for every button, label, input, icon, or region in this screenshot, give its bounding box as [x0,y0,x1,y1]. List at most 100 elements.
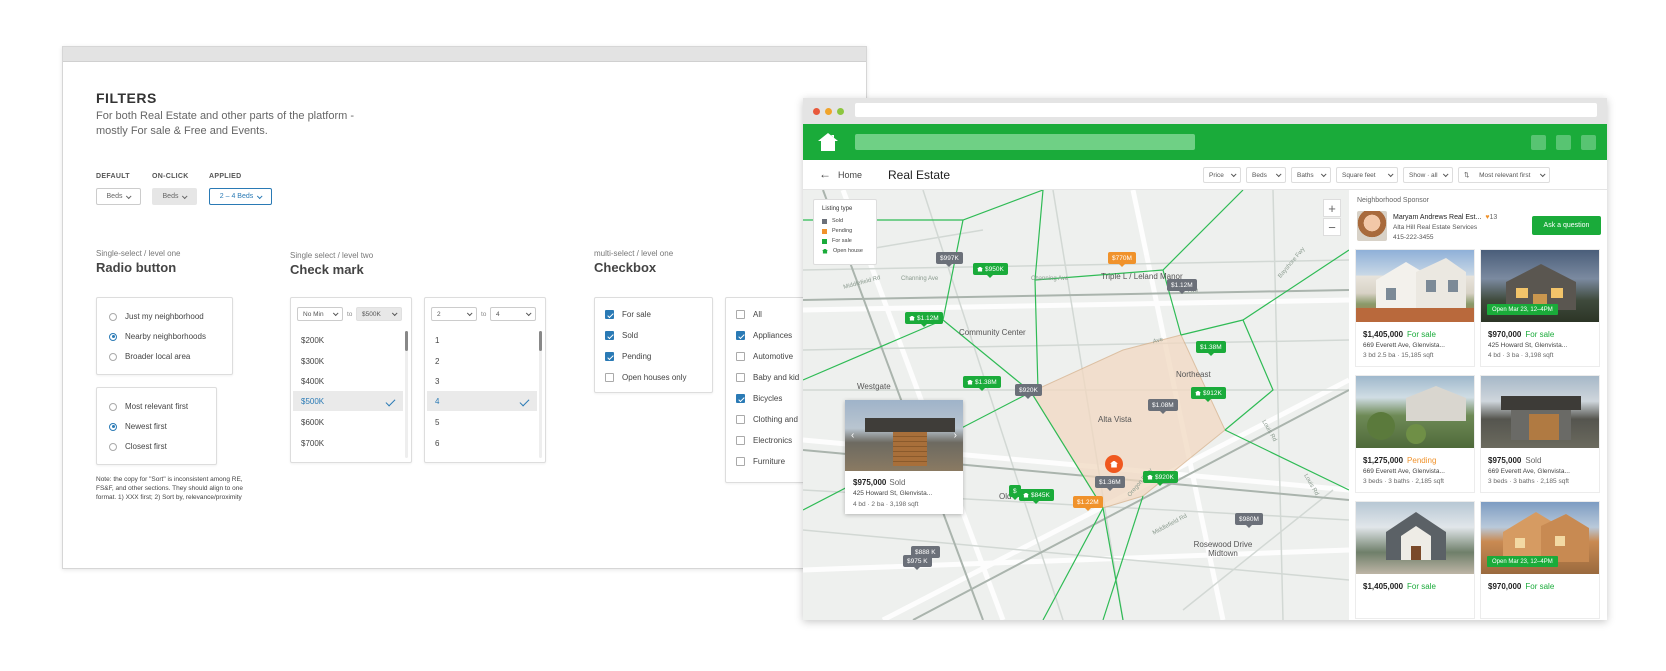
scrollbar-thumb[interactable] [539,331,542,351]
avatar[interactable] [1357,211,1387,241]
radio-option[interactable]: Nearby neighborhoods [109,332,206,341]
beds-option[interactable]: 3 [427,371,537,391]
checkbox-option[interactable]: For sale [605,310,651,319]
listing-card[interactable]: Open Mar 23, 12–4PM $970,000 For sale [1481,502,1599,618]
sponsor-phone: 415-222-3455 [1393,234,1434,241]
listing-card[interactable]: $1,405,000 For sale [1356,502,1474,618]
sponsor-name[interactable]: Maryam Andrews Real Est... ♥13 [1393,214,1497,221]
price-pin-open-house[interactable]: $912K [1191,387,1226,402]
header-icon-2[interactable] [1556,135,1571,150]
sqft-filter-button[interactable]: Square feet [1336,167,1398,183]
price-pin-open-house[interactable]: $1.38M [963,376,1001,391]
app-search-bar[interactable] [855,134,1195,150]
price-pin-sold[interactable]: $920K [1015,384,1042,399]
price-option[interactable]: $700K [293,433,403,453]
price-pin-sold[interactable]: $975 K [903,555,932,570]
checkbox-option[interactable]: All [736,310,762,319]
price-pin-sold[interactable]: $1.12M [1167,279,1197,294]
price-max-select[interactable]: $500K [356,307,402,321]
radio-option[interactable]: Closest first [109,442,167,451]
home-link[interactable]: Home [838,170,862,180]
beds-option-selected[interactable]: 4 [427,391,537,411]
header-icon-1[interactable] [1531,135,1546,150]
checkbox-option[interactable]: Electronics [736,436,792,445]
price-option[interactable]: $400K [293,371,403,391]
minimize-window-dot[interactable] [825,108,832,115]
maximize-window-dot[interactable] [837,108,844,115]
price-option[interactable]: $600K [293,412,403,432]
price-pin-open-house[interactable]: $950K [973,263,1008,278]
checkbox-option[interactable]: Clothing and [736,415,798,424]
zoom-out-button[interactable]: − [1323,218,1341,236]
checkbox-option[interactable]: Furniture [736,457,785,466]
price-pin-open-house[interactable]: $920K [1143,471,1178,486]
close-window-dot[interactable] [813,108,820,115]
current-home-marker-icon[interactable] [1105,455,1123,473]
beds-option[interactable]: 2 [427,351,537,371]
checkbox-option[interactable]: Automotive [736,352,793,361]
listings-map[interactable]: Listing type Sold Pending For sale Open … [803,190,1349,620]
filter-label: Square feet [1342,171,1376,179]
listing-card[interactable]: $1,405,000 For sale 669 Everett Ave, Glen… [1356,250,1474,366]
listing-meta: 3 beds · 3 baths · 2,185 sqft [1363,478,1444,485]
price-pin-sold[interactable]: $1.36M [1095,476,1125,491]
sort-filter-button[interactable]: ⇅ Most relevant first [1458,167,1550,183]
chevron-left-icon[interactable]: ‹ [851,430,854,441]
checkbox-option[interactable]: Baby and kid [736,373,799,382]
header-icon-3[interactable] [1581,135,1596,150]
price-pin-sold[interactable]: $980M [1235,513,1263,528]
radio-option[interactable]: Most relevant first [109,402,188,411]
scrollbar-thumb[interactable] [405,331,408,351]
price-pin-open-house[interactable]: $1.12M [905,312,943,327]
url-bar[interactable] [855,103,1597,117]
price-pin-open-house[interactable]: $845K [1019,489,1054,504]
listing-popup-card[interactable]: ‹ › $975,000 Sold 425 Howard St, Glenvist… [845,400,963,514]
beds-option[interactable]: 1 [427,330,537,350]
pin-tip [1178,291,1185,294]
price-min-select[interactable]: No Min [297,307,343,321]
checkbox-option[interactable]: Pending [605,352,651,361]
checkbox-option[interactable]: Open houses only [605,373,687,382]
beds-filter-button[interactable]: Beds [1246,167,1286,183]
price-pin-pending[interactable]: $770M [1108,252,1136,267]
radio-option[interactable]: Just my neighborhood [109,312,204,321]
show-filter-button[interactable]: Show · all [1403,167,1453,183]
price-option-selected[interactable]: $500K [293,391,403,411]
beds-max-select[interactable]: 4 [490,307,536,321]
price-value: $970,000 [1488,330,1522,339]
option-label: $400K [301,376,325,386]
listing-card[interactable]: $975,000 Sold 669 Everett Ave, Glenvista.… [1481,376,1599,492]
checkbox-option[interactable]: Sold [605,331,638,340]
house-logo-icon[interactable] [817,132,839,152]
beds-option[interactable]: 6 [427,433,537,453]
back-arrow-icon[interactable]: ← [819,167,831,181]
checkbox-option[interactable]: Appliances [736,331,792,340]
beds-button-default[interactable]: Beds [96,188,141,205]
listing-card[interactable]: Open Mar 23, 12–4PM $970,000 For sale 425… [1481,250,1599,366]
price-option[interactable]: $300K [293,351,403,371]
price-pin-sold[interactable]: $1.08M [1148,399,1178,414]
ask-question-button[interactable]: Ask a question [1532,216,1601,235]
checkbox-title: Checkbox [594,260,657,275]
radio-label: Closest first [125,442,167,451]
radio-icon [109,402,117,411]
chevron-right-icon[interactable]: › [954,430,957,441]
baths-filter-button[interactable]: Baths [1291,167,1331,183]
price-filter-button[interactable]: Price [1203,167,1241,183]
listing-address: 669 Everett Ave, Glenvista... [1363,342,1445,349]
price-dropdown-panel: No Min to $500K $200K $300K $400K $500K … [290,297,412,463]
price-pin-pending[interactable]: $1.22M [1073,496,1103,511]
beds-button-applied[interactable]: 2 – 4 Beds [209,188,272,205]
beds-button-onclick[interactable]: Beds [152,188,197,205]
beds-option[interactable]: 5 [427,412,537,432]
price-option[interactable]: $200K [293,330,403,350]
radio-option[interactable]: Newest first [109,422,167,431]
zoom-in-button[interactable]: + [1323,199,1341,217]
price-pin-sold[interactable]: $997K [936,252,963,267]
beds-min-select[interactable]: 2 [431,307,477,321]
chevron-down-icon [1442,171,1449,178]
radio-option[interactable]: Broader local area [109,352,190,361]
listing-card[interactable]: $1,275,000 Pending 669 Everett Ave, Glenv… [1356,376,1474,492]
price-pin-for-sale[interactable]: $1.38M [1196,341,1226,356]
checkbox-option[interactable]: Bicycles [736,394,782,403]
